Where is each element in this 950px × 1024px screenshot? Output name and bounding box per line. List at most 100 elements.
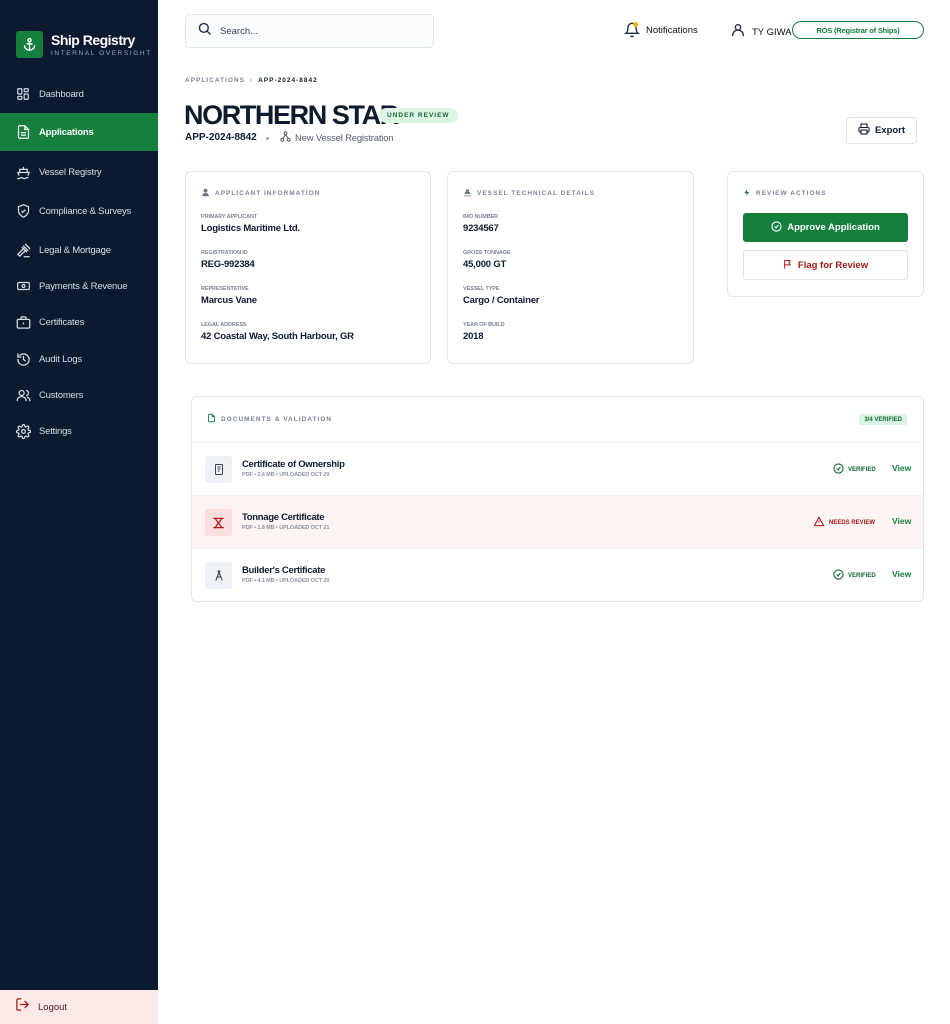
application-type-label: New Vessel Registration — [295, 132, 394, 144]
sidebar-item-compliance-surveys[interactable]: Compliance & Surveys — [0, 192, 158, 230]
sidebar-item-customers[interactable]: Customers — [0, 376, 158, 414]
field-value: Cargo / Container — [463, 295, 540, 306]
sidebar-item-certificates[interactable]: Certificates — [0, 303, 158, 341]
card-heading: VESSEL TECHNICAL DETAILS — [477, 190, 595, 197]
ship-icon — [15, 164, 31, 180]
view-document-link[interactable]: View — [892, 516, 911, 526]
breadcrumb-applications[interactable]: APPLICATIONS — [185, 77, 245, 84]
status-verified: VERIFIED — [833, 463, 876, 476]
card-heading: REVIEW ACTIONS — [756, 190, 827, 197]
field-imo-number: IMO NUMBER 9234567 — [463, 214, 499, 234]
sidebar-item-dashboard[interactable]: Dashboard — [0, 75, 158, 113]
status-needs-review: NEEDS REVIEW — [813, 516, 875, 529]
user-icon — [201, 188, 210, 199]
scale-icon — [205, 509, 232, 536]
document-name: Builder's Certificate — [242, 565, 326, 576]
status-label: VERIFIED — [848, 466, 876, 473]
ship-icon — [463, 188, 472, 199]
sidebar-item-label: Dashboard — [39, 88, 84, 100]
anchor-icon — [16, 31, 43, 58]
field-primary-applicant: PRIMARY APPLICANT Logistics Maritime Ltd… — [201, 214, 300, 234]
network-icon — [280, 131, 291, 145]
vessel-card-header: VESSEL TECHNICAL DETAILS — [463, 188, 595, 199]
field-vessel-type: VESSEL TYPE Cargo / Container — [463, 286, 540, 306]
compass-tool-icon — [205, 562, 232, 589]
grid-icon — [15, 86, 31, 102]
flag-for-review-button[interactable]: Flag for Review — [743, 250, 908, 280]
page-title: NORTHERN STAR — [184, 100, 399, 130]
view-document-link[interactable]: View — [892, 569, 911, 579]
document-name: Certificate of Ownership — [242, 459, 345, 470]
gear-icon — [15, 423, 31, 439]
sidebar-item-label: Certificates — [39, 316, 85, 328]
export-button[interactable]: Export — [846, 117, 917, 144]
sidebar-item-legal-mortgage[interactable]: Legal & Mortgage — [0, 231, 158, 269]
history-icon — [15, 351, 31, 367]
application-type: New Vessel Registration — [280, 131, 394, 145]
briefcase-icon — [15, 314, 31, 330]
users-icon — [15, 387, 31, 403]
sidebar: Ship Registry INTERNAL OVERSIGHT Dashboa… — [0, 0, 158, 1024]
field-value: REG-992384 — [201, 259, 255, 270]
view-document-link[interactable]: View — [892, 463, 911, 473]
notifications-button[interactable]: Notifications — [624, 22, 698, 38]
applicant-card-header: APPLICANT INFORMATION — [201, 188, 320, 199]
status-label: VERIFIED — [848, 572, 876, 579]
approve-label: Approve Application — [787, 222, 880, 233]
field-label: REPRESENTATIVE — [201, 286, 249, 292]
field-value: Logistics Maritime Ltd. — [201, 223, 300, 234]
notifications-label: Notifications — [646, 24, 698, 36]
documents-card-header: DOCUMENTS & VALIDATION — [207, 413, 332, 425]
sidebar-item-label: Applications — [39, 126, 94, 138]
sidebar-item-payments-revenue[interactable]: Payments & Revenue — [0, 267, 158, 305]
sidebar-item-label: Audit Logs — [39, 353, 82, 365]
check-circle-icon — [833, 569, 844, 582]
document-meta: PDF • 4.1 MB • UPLOADED OCT 20 — [242, 578, 330, 584]
search-box[interactable] — [185, 14, 434, 48]
document-icon — [15, 124, 31, 140]
card-heading: DOCUMENTS & VALIDATION — [221, 415, 332, 423]
user-icon — [730, 22, 746, 43]
brand[interactable]: Ship Registry INTERNAL OVERSIGHT — [16, 31, 152, 58]
field-label: IMO NUMBER — [463, 214, 499, 220]
brand-subtitle: INTERNAL OVERSIGHT — [51, 50, 152, 57]
field-year-of-build: YEAR OF BUILD 2018 — [463, 322, 505, 342]
application-id: APP-2024-8842 — [185, 132, 257, 143]
field-label: REGISTRATION ID — [201, 250, 248, 256]
verified-count-badge: 3/4 VERIFIED — [859, 414, 907, 425]
vessel-card: VESSEL TECHNICAL DETAILS IMO NUMBER 9234… — [447, 171, 694, 364]
printer-icon — [858, 123, 870, 138]
card-heading: APPLICANT INFORMATION — [215, 190, 321, 197]
field-label: GROSS TONNAGE — [463, 250, 511, 256]
sidebar-item-applications[interactable]: Applications — [0, 113, 158, 151]
sidebar-item-label: Compliance & Surveys — [39, 205, 132, 217]
check-circle-icon — [833, 463, 844, 476]
check-circle-icon — [771, 220, 782, 235]
file-icon — [207, 413, 216, 425]
status-badge: UNDER REVIEW — [379, 108, 458, 123]
chevron-right-icon: › — [249, 77, 254, 84]
sidebar-item-label: Vessel Registry — [39, 166, 102, 178]
search-input[interactable] — [220, 25, 410, 37]
sidebar-item-audit-logs[interactable]: Audit Logs — [0, 340, 158, 378]
flag-label: Flag for Review — [797, 259, 869, 271]
logout-button[interactable]: Logout — [0, 990, 158, 1024]
document-row: Builder's Certificate PDF • 4.1 MB • UPL… — [192, 548, 923, 601]
field-label: VESSEL TYPE — [463, 286, 500, 292]
sidebar-item-label: Payments & Revenue — [39, 280, 128, 292]
breadcrumb: APPLICATIONS › APP-2024-8842 — [185, 77, 318, 84]
flag-icon — [783, 259, 793, 272]
document-icon — [205, 456, 232, 483]
field-representative: REPRESENTATIVE Marcus Vane — [201, 286, 257, 306]
status-verified: VERIFIED — [833, 569, 876, 582]
user-menu[interactable]: TY GIWA — [730, 22, 792, 43]
sidebar-item-vessel-registry[interactable]: Vessel Registry — [0, 153, 158, 191]
dot-separator — [266, 137, 269, 140]
approve-button[interactable]: Approve Application — [743, 213, 908, 242]
review-actions-card: REVIEW ACTIONS Approve Application Flag … — [727, 171, 924, 297]
field-legal-address: LEGAL ADDRESS 42 Coastal Way, South Harb… — [201, 322, 354, 342]
document-meta: PDF • 2.4 MB • UPLOADED OCT 20 — [242, 472, 330, 478]
field-value: Marcus Vane — [201, 295, 257, 306]
sidebar-item-settings[interactable]: Settings — [0, 412, 158, 450]
user-name: TY GIWA — [752, 27, 792, 38]
